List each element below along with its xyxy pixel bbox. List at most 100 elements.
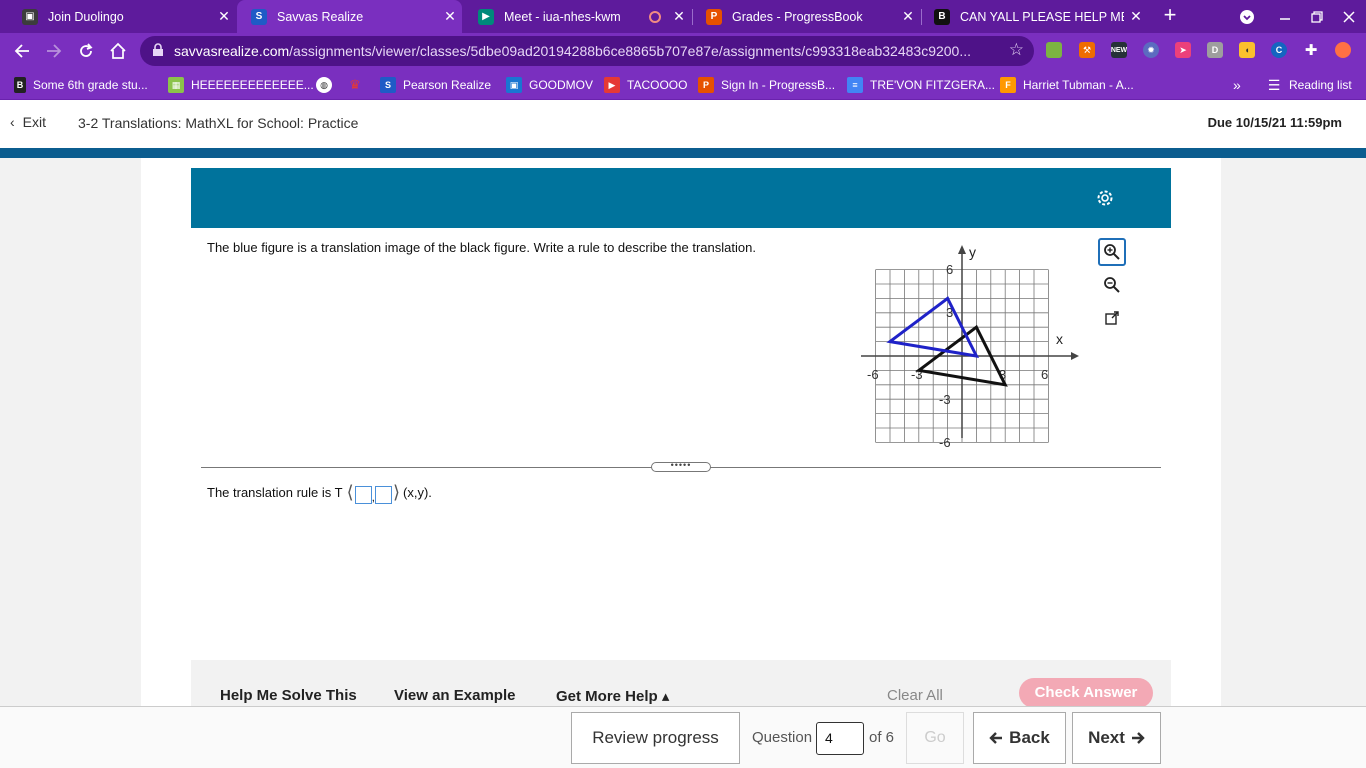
help-toolbar: Help Me Solve This View an Example Get M… — [191, 660, 1171, 708]
tab-brainly[interactable]: B CAN YALL PLEASE HELP ME!! ✕ — [920, 0, 1148, 33]
close-tab-icon[interactable]: ✕ — [896, 8, 920, 25]
help-me-solve-button[interactable]: Help Me Solve This — [220, 687, 357, 704]
f-icon: F — [1000, 77, 1016, 93]
bookmark-pearson-realize[interactable]: S Pearson Realize — [380, 76, 491, 94]
game-icon: ▦ — [168, 77, 184, 93]
tab-meet[interactable]: ▶ Meet - iua-nhes-kwm ✕ — [464, 0, 691, 33]
restore-button[interactable] — [1300, 0, 1334, 33]
popout-button[interactable] — [1098, 304, 1126, 332]
zoom-out-button[interactable] — [1098, 271, 1126, 299]
question-header-bar — [191, 168, 1171, 228]
bookmark-crown[interactable]: ♛ — [347, 76, 370, 94]
close-tab-icon[interactable]: ✕ — [1124, 8, 1148, 25]
answer-prefix: The translation rule is T — [207, 484, 343, 500]
home-icon[interactable] — [106, 39, 130, 63]
b-icon: B — [14, 77, 26, 93]
reading-list-button[interactable]: ☰ Reading list — [1266, 76, 1352, 94]
bookmark-goodmov[interactable]: ▣ GOODMOV — [506, 76, 593, 94]
minimize-button[interactable] — [1268, 0, 1302, 33]
extension-c-icon[interactable]: C — [1271, 42, 1287, 58]
close-tab-icon[interactable]: ✕ — [212, 8, 236, 25]
review-progress-button[interactable]: Review progress — [571, 712, 740, 764]
get-more-help-button[interactable]: Get More Help ▴ — [556, 687, 669, 705]
due-date: Due 10/15/21 11:59pm — [1207, 115, 1342, 130]
reload-icon[interactable] — [74, 39, 98, 63]
extension-arrow-icon[interactable]: ➤ — [1175, 42, 1191, 58]
progressbook-icon: P — [698, 77, 714, 93]
bookmark-label: TRE'VON FITZGERA... — [870, 78, 995, 92]
new-tab-button[interactable]: + — [1158, 4, 1182, 28]
bookmark-progressbook[interactable]: P Sign In - ProgressB... — [698, 76, 835, 94]
extension-new-icon[interactable]: NEW — [1111, 42, 1127, 58]
youtube-icon: ▶ — [604, 77, 620, 93]
meet-icon: ▶ — [478, 8, 494, 25]
bookmark-tacoooo[interactable]: ▶ TACOOOO — [604, 76, 687, 94]
angle-bracket-open: ⟨ — [346, 481, 354, 502]
bookmark-globe[interactable]: ◍ — [316, 76, 339, 94]
question-number-input[interactable]: 4 — [816, 722, 864, 755]
next-button[interactable]: Next — [1072, 712, 1161, 764]
exit-button[interactable]: ‹ Exit — [10, 114, 46, 130]
profile-avatar-icon[interactable] — [1335, 42, 1351, 58]
zoom-out-icon — [1104, 277, 1120, 293]
close-tab-icon[interactable]: ✕ — [438, 8, 462, 25]
extension-tool-icon[interactable]: ⚒ — [1079, 42, 1095, 58]
address-bar[interactable]: savvasrealize.com/assignments/viewer/cla… — [140, 36, 1034, 66]
close-tab-icon[interactable]: ✕ — [667, 8, 691, 25]
browser-tab-strip: ▣ Join Duolingo ✕ S Savvas Realize ✕ ▶ M… — [0, 0, 1366, 33]
bookmark-6th-grade[interactable]: B Some 6th grade stu... — [14, 76, 148, 94]
tab-join-duolingo[interactable]: ▣ Join Duolingo ✕ — [8, 0, 236, 33]
question-label: Question — [752, 729, 813, 746]
bookmark-trevon[interactable]: ≡ TRE'VON FITZGERA... — [847, 76, 995, 94]
back-button[interactable]: Back — [973, 712, 1066, 764]
extension-gear-icon[interactable]: ✹ — [1143, 42, 1159, 58]
brainly-icon: B — [934, 8, 950, 25]
bookmark-harriet-tubman[interactable]: F Harriet Tubman - A... — [1000, 76, 1134, 94]
y-axis-arrow — [958, 245, 966, 254]
extension-d-icon[interactable]: D — [1207, 42, 1223, 58]
forward-arrow-icon[interactable] — [42, 39, 66, 63]
tab-title: Grades - ProgressBook — [732, 9, 863, 24]
bookmark-heee[interactable]: ▦ HEEEEEEEEEEEEE... — [168, 76, 314, 94]
view-example-button[interactable]: View an Example — [394, 687, 515, 704]
exit-label: Exit — [22, 114, 47, 130]
tab-title: Savvas Realize — [277, 9, 364, 24]
x-axis-arrow — [1071, 352, 1079, 360]
bookmark-label: Harriet Tubman - A... — [1023, 78, 1134, 92]
bookmarks-bar: B Some 6th grade stu... ▦ HEEEEEEEEEEEEE… — [0, 69, 1366, 100]
lock-icon — [153, 43, 163, 56]
extension-green-icon[interactable] — [1046, 42, 1062, 58]
extensions-puzzle-icon[interactable]: ✚ — [1303, 42, 1319, 59]
zoom-in-button[interactable] — [1098, 238, 1126, 266]
tick-label: -6 — [939, 435, 951, 450]
bookmark-star-icon[interactable]: ☆ — [1009, 40, 1024, 60]
reading-list-icon: ☰ — [1267, 76, 1281, 93]
globe-icon: ◍ — [316, 77, 332, 93]
navigation-footer: Review progress Question 4 of 6 Go Back … — [0, 706, 1366, 768]
more-bookmarks-button[interactable]: » — [1233, 76, 1241, 94]
tab-title: Join Duolingo — [48, 9, 124, 24]
back-arrow-icon[interactable] — [10, 39, 34, 63]
clear-all-button[interactable]: Clear All — [887, 687, 943, 704]
resize-grip-handle[interactable]: ••••• — [651, 461, 711, 472]
bookmark-label: Some 6th grade stu... — [33, 78, 148, 92]
answer-y-input[interactable] — [374, 486, 392, 504]
tick-label: -6 — [867, 367, 879, 382]
arrow-right-icon — [1131, 732, 1145, 744]
zoom-in-icon — [1104, 244, 1120, 260]
extension-pac-icon[interactable]: ◖ — [1239, 42, 1255, 58]
tab-search-icon[interactable] — [1230, 0, 1264, 33]
browser-toolbar: savvasrealize.com/assignments/viewer/cla… — [0, 33, 1366, 69]
angle-bracket-close: ⟩ — [392, 481, 401, 502]
tab-savvas-realize[interactable]: S Savvas Realize ✕ — [237, 0, 462, 33]
bookmark-label: Sign In - ProgressB... — [721, 78, 836, 92]
url-domain: savvasrealize.com — [174, 43, 290, 59]
answer-x-input[interactable] — [354, 486, 372, 504]
settings-gear-icon[interactable] — [1095, 188, 1115, 208]
recording-icon — [649, 10, 661, 23]
external-link-icon — [1105, 311, 1119, 325]
tab-progressbook[interactable]: P Grades - ProgressBook ✕ — [692, 0, 920, 33]
go-button[interactable]: Go — [906, 712, 964, 764]
check-answer-button[interactable]: Check Answer — [1019, 678, 1153, 708]
close-window-button[interactable] — [1332, 0, 1366, 33]
